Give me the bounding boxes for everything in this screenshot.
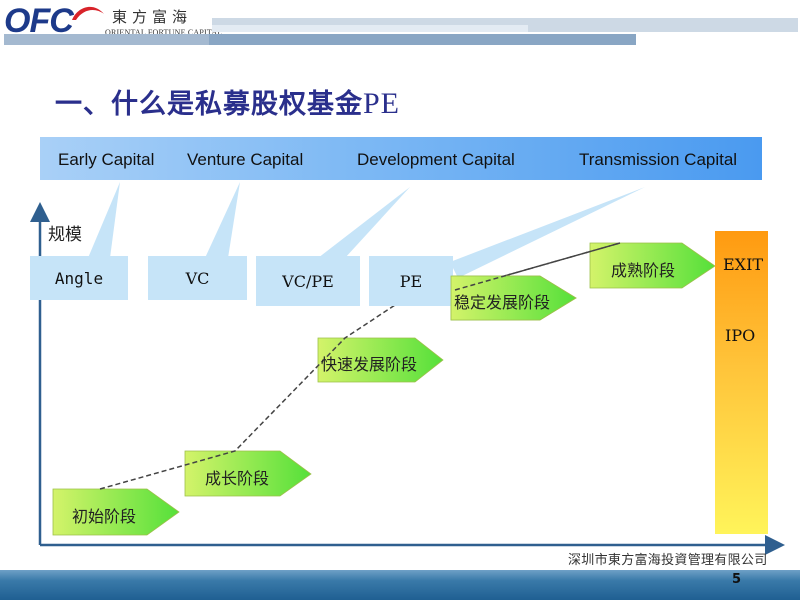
- investor-box-angle: Angle: [30, 256, 128, 300]
- investor-box-vc: VC: [148, 256, 247, 300]
- investor-label: VC: [185, 268, 210, 288]
- callout-wedge-angle: [88, 182, 120, 258]
- exit-bar: [715, 231, 768, 534]
- investor-label: VC/PE: [282, 271, 334, 291]
- investor-box-pe: PE: [369, 256, 453, 306]
- footer-bar: [0, 570, 800, 600]
- callout-wedge-vc: [205, 182, 240, 258]
- investor-label: Angle: [54, 268, 104, 288]
- phase-label-stable-growth: 稳定发展阶段: [454, 293, 551, 312]
- investor-box-vcpe: VC/PE: [256, 256, 360, 306]
- page-number: 5: [732, 572, 742, 587]
- phase-label-mature: 成熟阶段: [611, 261, 676, 280]
- investor-label: PE: [399, 271, 423, 291]
- phase-label-growth: 成长阶段: [205, 469, 270, 488]
- company-name: 深圳市東方富海投資管理有限公司: [568, 553, 768, 568]
- callout-wedge-vcpe: [318, 187, 410, 258]
- phase-label-rapid-growth: 快速发展阶段: [321, 355, 418, 374]
- phase-label-initial: 初始阶段: [72, 507, 137, 526]
- exit-label: EXIT: [723, 255, 764, 274]
- y-axis-label: 规模: [48, 225, 82, 245]
- ipo-label: IPO: [725, 326, 756, 345]
